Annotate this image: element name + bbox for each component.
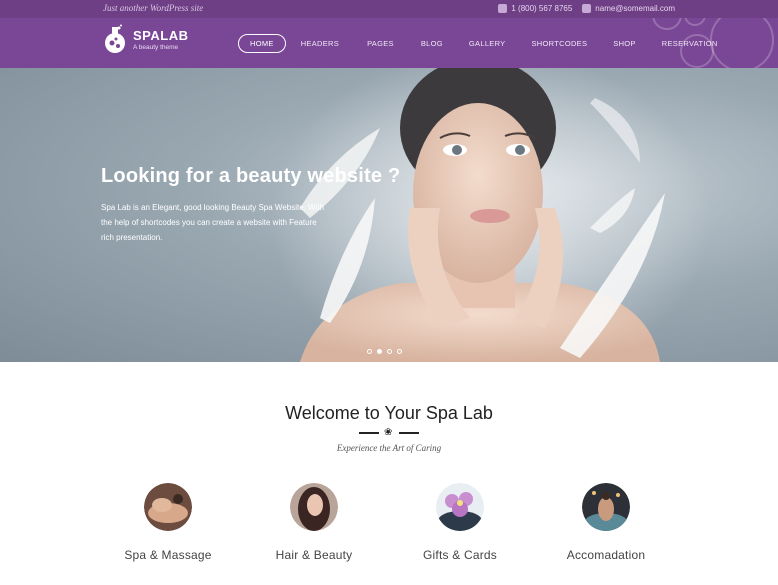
logo-name: SPALAB <box>133 27 189 43</box>
divider-line <box>359 432 379 434</box>
slider-pagination <box>367 349 402 354</box>
site-logo[interactable]: SPALAB A beauty theme <box>103 24 188 54</box>
service-hair-beauty[interactable]: Hair & Beauty <box>239 483 389 562</box>
nav-blog[interactable]: BLOG <box>421 35 443 52</box>
decorative-circle <box>684 18 706 26</box>
phone-number: 1 (800) 567 8765 <box>511 4 573 13</box>
welcome-title: Welcome to Your Spa Lab <box>285 403 493 423</box>
nav-pages[interactable]: PAGES <box>367 35 394 52</box>
phone-icon <box>498 4 508 13</box>
nav-shop[interactable]: SHOP <box>613 35 635 52</box>
contact-info: 1 (800) 567 8765 name@somemail.com <box>498 4 675 13</box>
welcome-subtitle: Experience the Art of Caring <box>336 443 442 453</box>
mail-icon <box>582 4 592 13</box>
email-contact[interactable]: name@somemail.com <box>582 4 675 13</box>
service-label: Accomadation <box>566 548 646 562</box>
divider-line <box>399 432 419 434</box>
site-header: SPALAB A beauty theme HOME HEADERS PAGES… <box>0 18 778 68</box>
hero-slider[interactable]: Looking for a beauty website ? Spa Lab i… <box>0 68 778 362</box>
slider-dot[interactable] <box>387 349 392 354</box>
hair-photo <box>290 483 338 531</box>
slider-dot[interactable] <box>367 349 372 354</box>
slider-dot[interactable] <box>377 349 382 354</box>
nav-reservation[interactable]: RESERVATION <box>662 35 718 52</box>
slider-dot[interactable] <box>397 349 402 354</box>
top-bar: Just another WordPress site 1 (800) 567 … <box>0 0 778 18</box>
service-spa-massage[interactable]: Spa & Massage <box>93 483 243 562</box>
section-divider: ❀ <box>359 427 419 438</box>
service-label: Spa & Massage <box>124 548 212 562</box>
service-gifts-cards[interactable]: Gifts & Cards <box>385 483 535 562</box>
service-label: Gifts & Cards <box>423 548 497 562</box>
flower-photo <box>436 483 484 531</box>
phone-contact[interactable]: 1 (800) 567 8765 <box>498 4 572 13</box>
main-navigation: HOME HEADERS PAGES BLOG GALLERY SHORTCOD… <box>238 34 718 53</box>
email-address: name@somemail.com <box>595 4 675 13</box>
massage-photo <box>144 483 192 531</box>
decorative-circle <box>710 18 774 68</box>
nav-headers[interactable]: HEADERS <box>301 35 339 52</box>
site-tagline: Just another WordPress site <box>103 3 204 13</box>
service-label: Hair & Beauty <box>275 548 353 562</box>
flower-icon: ❀ <box>384 427 393 438</box>
service-accomadation[interactable]: Accomadation <box>531 483 681 562</box>
nav-gallery[interactable]: GALLERY <box>469 35 506 52</box>
decorative-circle <box>652 18 682 30</box>
nav-shortcodes[interactable]: SHORTCODES <box>531 35 587 52</box>
logo-subtitle: A beauty theme <box>133 43 179 51</box>
pool-photo <box>582 483 630 533</box>
flask-icon <box>105 24 125 53</box>
hero-description: Spa Lab is an Elegant, good looking Beau… <box>101 203 325 242</box>
nav-home[interactable]: HOME <box>238 34 286 53</box>
hero-title: Looking for a beauty website ? <box>101 165 401 187</box>
